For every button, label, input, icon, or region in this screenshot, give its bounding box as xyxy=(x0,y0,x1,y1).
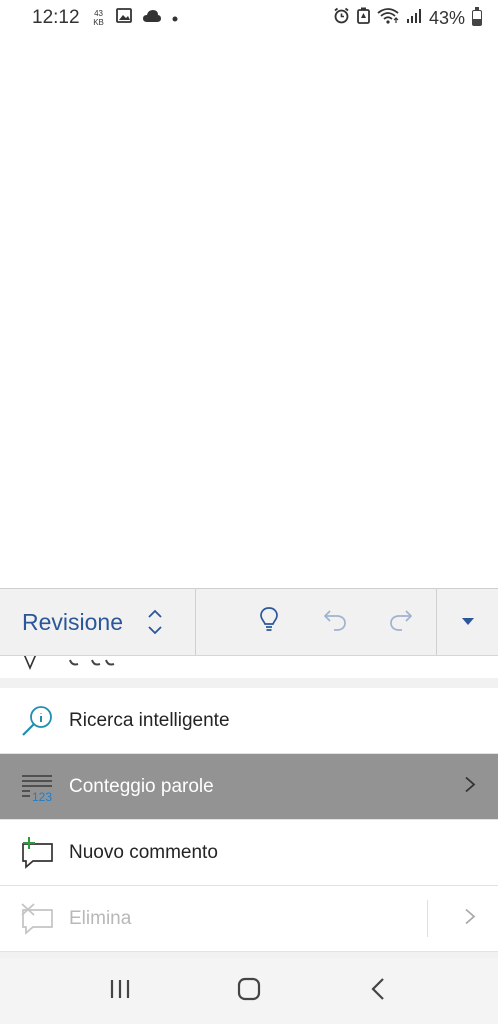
wifi-icon xyxy=(377,7,399,29)
menu-section-gap xyxy=(0,678,498,688)
back-icon xyxy=(370,977,386,1006)
ribbon-toolbar: Revisione xyxy=(0,588,498,656)
menu-item-label: Elimina xyxy=(69,907,132,929)
caret-down-icon xyxy=(461,613,475,631)
menu-item-label: Nuovo commento xyxy=(69,841,218,863)
word-count-icon: 123 xyxy=(20,770,54,804)
ribbon-tab-switcher[interactable]: Revisione xyxy=(0,589,196,655)
chevron-up-down-icon xyxy=(145,607,165,637)
delete-comment-icon xyxy=(20,902,54,936)
data-speed-value: 43 xyxy=(94,9,103,18)
tell-me-button[interactable] xyxy=(236,589,302,655)
menu-item-word-count[interactable]: 123 Conteggio parole xyxy=(0,754,498,820)
review-menu: Ricerca intelligente 123 Conteggio parol… xyxy=(0,656,498,958)
recent-apps-button[interactable] xyxy=(98,971,142,1011)
notification-dot-icon xyxy=(172,9,178,27)
document-canvas[interactable] xyxy=(0,36,498,588)
undo-button[interactable] xyxy=(302,589,368,655)
ribbon-tab-label: Revisione xyxy=(22,608,123,635)
status-notification-icons: 43 KB xyxy=(92,8,178,28)
home-icon xyxy=(237,977,261,1006)
battery-percent: 43% xyxy=(428,7,465,28)
recent-apps-icon xyxy=(109,979,131,1004)
battery-saver-icon xyxy=(357,7,370,29)
svg-text:123: 123 xyxy=(32,790,52,804)
status-system-icons: 43% xyxy=(333,7,482,29)
chevron-right-icon xyxy=(464,775,476,798)
alarm-icon xyxy=(333,7,350,29)
gallery-icon xyxy=(115,8,132,28)
submenu-divider xyxy=(427,900,428,937)
ribbon-collapse-button[interactable] xyxy=(436,589,498,655)
signal-icon xyxy=(406,8,422,29)
system-navigation-bar xyxy=(0,958,498,1024)
battery-icon xyxy=(472,7,482,26)
undo-icon xyxy=(322,608,348,637)
status-time: 12:12 xyxy=(32,7,80,28)
partially-hidden-menu-item[interactable] xyxy=(0,656,498,678)
home-button[interactable] xyxy=(227,971,271,1011)
redo-icon xyxy=(388,608,414,637)
redo-button[interactable] xyxy=(368,589,434,655)
status-bar: 12:12 43 KB 43% xyxy=(0,0,498,36)
menu-item-delete[interactable]: Elimina xyxy=(0,886,498,952)
new-comment-icon xyxy=(20,836,54,870)
smart-lookup-icon xyxy=(20,704,54,738)
back-button[interactable] xyxy=(356,971,400,1011)
cloud-icon xyxy=(142,9,162,28)
menu-item-smart-lookup[interactable]: Ricerca intelligente xyxy=(0,688,498,754)
truncated-item-icon xyxy=(22,656,122,675)
menu-item-label: Conteggio parole xyxy=(69,775,214,797)
data-speed-indicator: 43 KB xyxy=(92,9,106,27)
chevron-right-icon xyxy=(464,907,476,930)
menu-item-new-comment[interactable]: Nuovo commento xyxy=(0,820,498,886)
menu-item-label: Ricerca intelligente xyxy=(69,709,230,731)
data-speed-unit: KB xyxy=(93,18,104,27)
lightbulb-icon xyxy=(258,606,280,639)
